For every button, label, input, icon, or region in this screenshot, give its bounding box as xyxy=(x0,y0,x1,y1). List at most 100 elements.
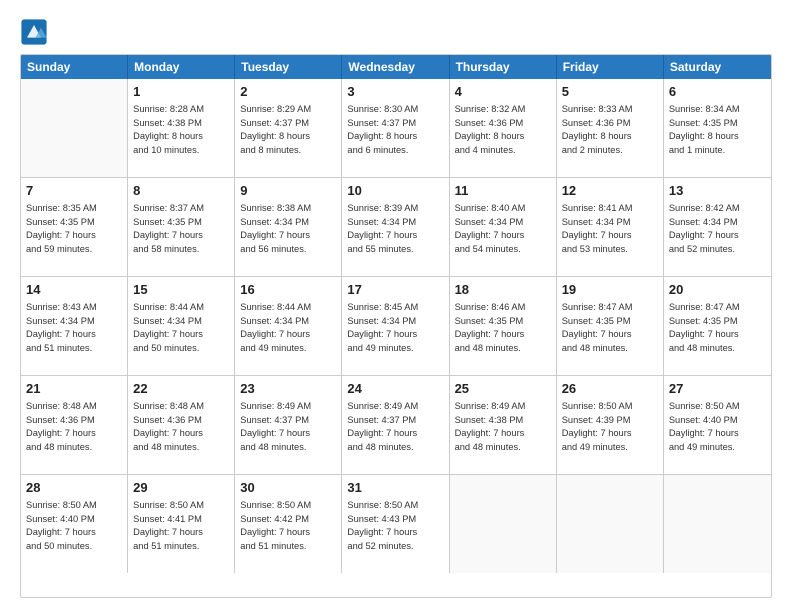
calendar-cell: 6Sunrise: 8:34 AM Sunset: 4:35 PM Daylig… xyxy=(664,79,771,177)
calendar-cell: 24 Sunrise: 8:49 AM Sunset: 4:37 PM Dayli… xyxy=(342,376,449,474)
day-number: 1 xyxy=(133,83,229,101)
calendar-cell: 23 Sunrise: 8:49 AM Sunset: 4:37 PM Dayli… xyxy=(235,376,342,474)
logo-icon xyxy=(20,18,48,46)
day-info: Sunrise: 8:39 AM Sunset: 4:34 PM Dayligh… xyxy=(347,202,443,256)
calendar-cell: 26Sunrise: 8:50 AM Sunset: 4:39 PM Dayli… xyxy=(557,376,664,474)
calendar-cell: 7Sunrise: 8:35 AM Sunset: 4:35 PM Daylig… xyxy=(21,178,128,276)
day-number: 14 xyxy=(26,281,122,299)
calendar-cell: 14 Sunrise: 8:43 AM Sunset: 4:34 PM Dayli… xyxy=(21,277,128,375)
day-number: 4 xyxy=(455,83,551,101)
day-info: Sunrise: 8:44 AM Sunset: 4:34 PM Dayligh… xyxy=(240,301,336,355)
day-number: 30 xyxy=(240,479,336,497)
day-info: Sunrise: 8:42 AM Sunset: 4:34 PM Dayligh… xyxy=(669,202,766,256)
calendar-cell: 4 Sunrise: 8:32 AM Sunset: 4:36 PM Daylig… xyxy=(450,79,557,177)
calendar-cell xyxy=(664,475,771,573)
day-number: 24 xyxy=(347,380,443,398)
day-number: 7 xyxy=(26,182,122,200)
header-day-monday: Monday xyxy=(128,55,235,79)
calendar-cell: 8Sunrise: 8:37 AM Sunset: 4:35 PM Daylig… xyxy=(128,178,235,276)
calendar-cell: 16 Sunrise: 8:44 AM Sunset: 4:34 PM Dayli… xyxy=(235,277,342,375)
day-number: 18 xyxy=(455,281,551,299)
header-day-sunday: Sunday xyxy=(21,55,128,79)
day-number: 31 xyxy=(347,479,443,497)
header xyxy=(20,18,772,46)
day-number: 23 xyxy=(240,380,336,398)
calendar-cell: 21Sunrise: 8:48 AM Sunset: 4:36 PM Dayli… xyxy=(21,376,128,474)
header-day-thursday: Thursday xyxy=(450,55,557,79)
header-day-friday: Friday xyxy=(557,55,664,79)
calendar-row-3: 14 Sunrise: 8:43 AM Sunset: 4:34 PM Dayli… xyxy=(21,277,771,376)
day-info: Sunrise: 8:38 AM Sunset: 4:34 PM Dayligh… xyxy=(240,202,336,256)
calendar-cell: 11 Sunrise: 8:40 AM Sunset: 4:34 PM Dayli… xyxy=(450,178,557,276)
header-day-saturday: Saturday xyxy=(664,55,771,79)
day-info: Sunrise: 8:32 AM Sunset: 4:36 PM Dayligh… xyxy=(455,103,551,157)
calendar-cell xyxy=(450,475,557,573)
calendar-cell: 2 Sunrise: 8:29 AM Sunset: 4:37 PM Daylig… xyxy=(235,79,342,177)
day-info: Sunrise: 8:50 AM Sunset: 4:43 PM Dayligh… xyxy=(347,499,443,553)
day-info: Sunrise: 8:49 AM Sunset: 4:38 PM Dayligh… xyxy=(455,400,551,454)
calendar-row-1: 1 Sunrise: 8:28 AM Sunset: 4:38 PM Daylig… xyxy=(21,79,771,178)
day-info: Sunrise: 8:28 AM Sunset: 4:38 PM Dayligh… xyxy=(133,103,229,157)
calendar-cell: 5Sunrise: 8:33 AM Sunset: 4:36 PM Daylig… xyxy=(557,79,664,177)
calendar-cell: 1 Sunrise: 8:28 AM Sunset: 4:38 PM Daylig… xyxy=(128,79,235,177)
day-info: Sunrise: 8:30 AM Sunset: 4:37 PM Dayligh… xyxy=(347,103,443,157)
day-info: Sunrise: 8:34 AM Sunset: 4:35 PM Dayligh… xyxy=(669,103,766,157)
calendar-cell: 25 Sunrise: 8:49 AM Sunset: 4:38 PM Dayli… xyxy=(450,376,557,474)
day-number: 10 xyxy=(347,182,443,200)
calendar-cell: 12 Sunrise: 8:41 AM Sunset: 4:34 PM Dayli… xyxy=(557,178,664,276)
calendar-cell: 22Sunrise: 8:48 AM Sunset: 4:36 PM Dayli… xyxy=(128,376,235,474)
calendar-cell xyxy=(557,475,664,573)
day-number: 13 xyxy=(669,182,766,200)
calendar-cell: 28 Sunrise: 8:50 AM Sunset: 4:40 PM Dayli… xyxy=(21,475,128,573)
calendar-cell: 27Sunrise: 8:50 AM Sunset: 4:40 PM Dayli… xyxy=(664,376,771,474)
day-info: Sunrise: 8:50 AM Sunset: 4:39 PM Dayligh… xyxy=(562,400,658,454)
day-info: Sunrise: 8:46 AM Sunset: 4:35 PM Dayligh… xyxy=(455,301,551,355)
day-info: Sunrise: 8:29 AM Sunset: 4:37 PM Dayligh… xyxy=(240,103,336,157)
calendar-body: 1 Sunrise: 8:28 AM Sunset: 4:38 PM Daylig… xyxy=(21,79,771,573)
day-number: 29 xyxy=(133,479,229,497)
day-number: 2 xyxy=(240,83,336,101)
calendar-cell: 19 Sunrise: 8:47 AM Sunset: 4:35 PM Dayli… xyxy=(557,277,664,375)
day-info: Sunrise: 8:37 AM Sunset: 4:35 PM Dayligh… xyxy=(133,202,229,256)
calendar-cell: 17Sunrise: 8:45 AM Sunset: 4:34 PM Dayli… xyxy=(342,277,449,375)
logo xyxy=(20,18,50,46)
day-info: Sunrise: 8:40 AM Sunset: 4:34 PM Dayligh… xyxy=(455,202,551,256)
day-info: Sunrise: 8:50 AM Sunset: 4:40 PM Dayligh… xyxy=(26,499,122,553)
day-info: Sunrise: 8:48 AM Sunset: 4:36 PM Dayligh… xyxy=(26,400,122,454)
calendar-cell: 3 Sunrise: 8:30 AM Sunset: 4:37 PM Daylig… xyxy=(342,79,449,177)
day-info: Sunrise: 8:41 AM Sunset: 4:34 PM Dayligh… xyxy=(562,202,658,256)
page: SundayMondayTuesdayWednesdayThursdayFrid… xyxy=(0,0,792,612)
header-day-tuesday: Tuesday xyxy=(235,55,342,79)
calendar-cell: 15 Sunrise: 8:44 AM Sunset: 4:34 PM Dayli… xyxy=(128,277,235,375)
day-info: Sunrise: 8:47 AM Sunset: 4:35 PM Dayligh… xyxy=(562,301,658,355)
day-number: 25 xyxy=(455,380,551,398)
calendar-header: SundayMondayTuesdayWednesdayThursdayFrid… xyxy=(21,55,771,79)
day-number: 9 xyxy=(240,182,336,200)
day-info: Sunrise: 8:50 AM Sunset: 4:40 PM Dayligh… xyxy=(669,400,766,454)
day-number: 28 xyxy=(26,479,122,497)
day-number: 16 xyxy=(240,281,336,299)
day-number: 11 xyxy=(455,182,551,200)
day-number: 17 xyxy=(347,281,443,299)
calendar-cell: 18 Sunrise: 8:46 AM Sunset: 4:35 PM Dayli… xyxy=(450,277,557,375)
day-info: Sunrise: 8:49 AM Sunset: 4:37 PM Dayligh… xyxy=(347,400,443,454)
header-day-wednesday: Wednesday xyxy=(342,55,449,79)
day-number: 19 xyxy=(562,281,658,299)
calendar-cell: 9 Sunrise: 8:38 AM Sunset: 4:34 PM Daylig… xyxy=(235,178,342,276)
calendar-cell: 13 Sunrise: 8:42 AM Sunset: 4:34 PM Dayli… xyxy=(664,178,771,276)
calendar-cell xyxy=(21,79,128,177)
day-info: Sunrise: 8:43 AM Sunset: 4:34 PM Dayligh… xyxy=(26,301,122,355)
day-number: 5 xyxy=(562,83,658,101)
calendar-cell: 30Sunrise: 8:50 AM Sunset: 4:42 PM Dayli… xyxy=(235,475,342,573)
day-info: Sunrise: 8:49 AM Sunset: 4:37 PM Dayligh… xyxy=(240,400,336,454)
day-info: Sunrise: 8:44 AM Sunset: 4:34 PM Dayligh… xyxy=(133,301,229,355)
day-number: 15 xyxy=(133,281,229,299)
day-info: Sunrise: 8:47 AM Sunset: 4:35 PM Dayligh… xyxy=(669,301,766,355)
day-number: 12 xyxy=(562,182,658,200)
day-number: 22 xyxy=(133,380,229,398)
calendar: SundayMondayTuesdayWednesdayThursdayFrid… xyxy=(20,54,772,598)
day-number: 3 xyxy=(347,83,443,101)
day-info: Sunrise: 8:50 AM Sunset: 4:41 PM Dayligh… xyxy=(133,499,229,553)
calendar-cell: 10 Sunrise: 8:39 AM Sunset: 4:34 PM Dayli… xyxy=(342,178,449,276)
calendar-cell: 29 Sunrise: 8:50 AM Sunset: 4:41 PM Dayli… xyxy=(128,475,235,573)
